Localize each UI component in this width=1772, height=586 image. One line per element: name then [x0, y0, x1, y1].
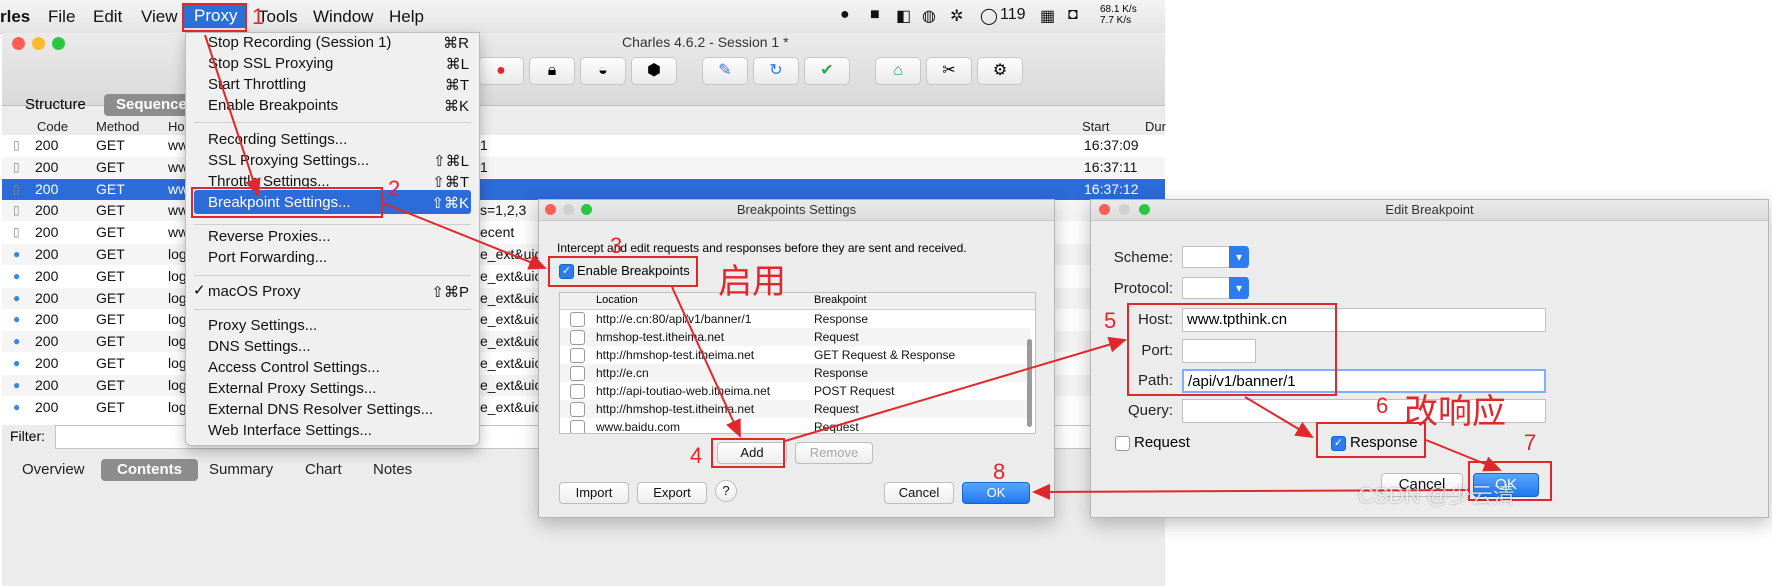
- arrow-5: [1244, 396, 1314, 439]
- arrow-4: [784, 336, 1127, 442]
- watermark: CSDN @少云清: [1358, 483, 1515, 508]
- arrow-1: [204, 34, 261, 197]
- arrow-3: [671, 286, 741, 438]
- arrow-2: [382, 202, 547, 270]
- arrow-6: [1425, 439, 1502, 472]
